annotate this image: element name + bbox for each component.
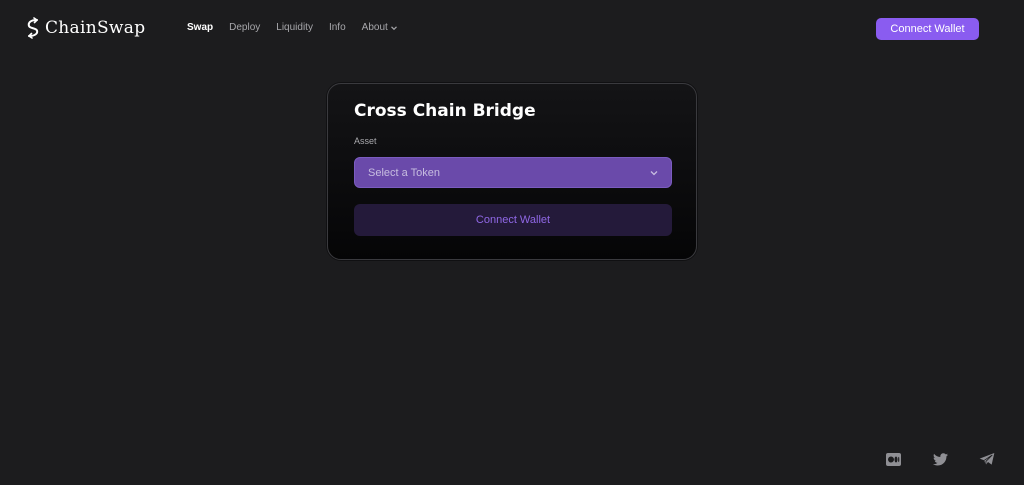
nav-item-about-label: About bbox=[361, 22, 388, 33]
medium-icon bbox=[885, 452, 901, 466]
header-connect-wallet-button[interactable]: Connect Wallet bbox=[876, 18, 979, 40]
nav-item-about[interactable]: About bbox=[362, 22, 398, 33]
nav-item-liquidity[interactable]: Liquidity bbox=[276, 22, 313, 33]
twitter-link[interactable] bbox=[931, 450, 949, 468]
bridge-card: Cross Chain Bridge Asset Select a Token … bbox=[327, 83, 697, 260]
chainswap-logo-icon bbox=[27, 17, 39, 39]
token-select[interactable]: Select a Token bbox=[354, 157, 672, 188]
card-connect-wallet-button[interactable]: Connect Wallet bbox=[354, 204, 672, 236]
asset-label: Asset bbox=[354, 136, 377, 146]
brand-name: ChainSwap bbox=[45, 18, 146, 38]
card-title: Cross Chain Bridge bbox=[354, 101, 536, 121]
nav-item-info[interactable]: Info bbox=[329, 22, 346, 33]
telegram-link[interactable] bbox=[978, 450, 996, 468]
main-nav: Swap Deploy Liquidity Info About bbox=[187, 22, 398, 33]
twitter-icon bbox=[932, 452, 948, 465]
page: ChainSwap Swap Deploy Liquidity Info Abo… bbox=[0, 0, 1024, 485]
medium-link[interactable] bbox=[884, 450, 902, 468]
nav-item-deploy[interactable]: Deploy bbox=[229, 22, 260, 33]
brand-logo[interactable]: ChainSwap bbox=[25, 17, 145, 39]
token-select-placeholder: Select a Token bbox=[368, 166, 440, 179]
telegram-icon bbox=[979, 453, 995, 466]
nav-item-swap[interactable]: Swap bbox=[187, 22, 213, 33]
chevron-down-icon bbox=[650, 170, 658, 175]
chevron-down-icon bbox=[390, 25, 397, 30]
